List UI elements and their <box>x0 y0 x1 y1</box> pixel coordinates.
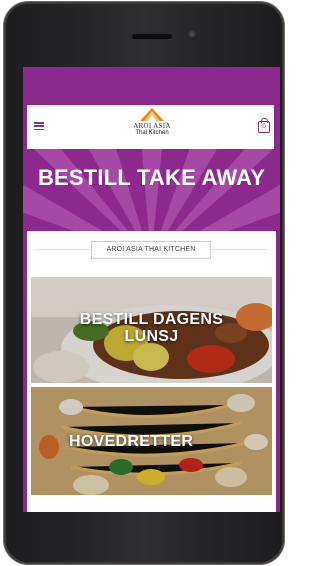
tile-order-lunch[interactable]: BESTILL DAGENS LUNSJ <box>31 277 272 383</box>
menu-icon[interactable] <box>34 122 44 130</box>
tile-lunch-label: BESTILL DAGENS LUNSJ <box>79 311 224 345</box>
hero-title: BESTILL TAKE AWAY <box>37 165 266 190</box>
site-logo[interactable]: AROI ASIA Thai Kitchen <box>127 108 177 146</box>
label-divider-left <box>35 249 91 250</box>
cart-count: 0 <box>258 121 270 133</box>
main-content: AROI ASIA THAI KITCHEN BESTILL DAGENS LU… <box>27 231 276 512</box>
logo-name: AROI ASIA <box>133 122 171 130</box>
app-screen: AROI ASIA Thai Kitchen 0 BESTILL TAKE AW… <box>23 67 280 512</box>
site-header: AROI ASIA Thai Kitchen 0 <box>27 105 274 149</box>
phone-frame: AROI ASIA Thai Kitchen 0 BESTILL TAKE AW… <box>4 2 284 564</box>
tile-main-dishes[interactable]: HOVEDRETTER <box>31 387 272 495</box>
cart-icon[interactable]: 0 <box>258 118 270 133</box>
phone-speaker <box>132 34 172 39</box>
logo-temple-icon <box>140 108 164 121</box>
logo-subtitle: Thai Kitchen <box>135 130 169 136</box>
tile-main-dishes-label: HOVEDRETTER <box>69 433 194 450</box>
section-label: AROI ASIA THAI KITCHEN <box>91 241 211 259</box>
phone-camera <box>188 30 198 40</box>
label-divider-right <box>211 249 268 250</box>
